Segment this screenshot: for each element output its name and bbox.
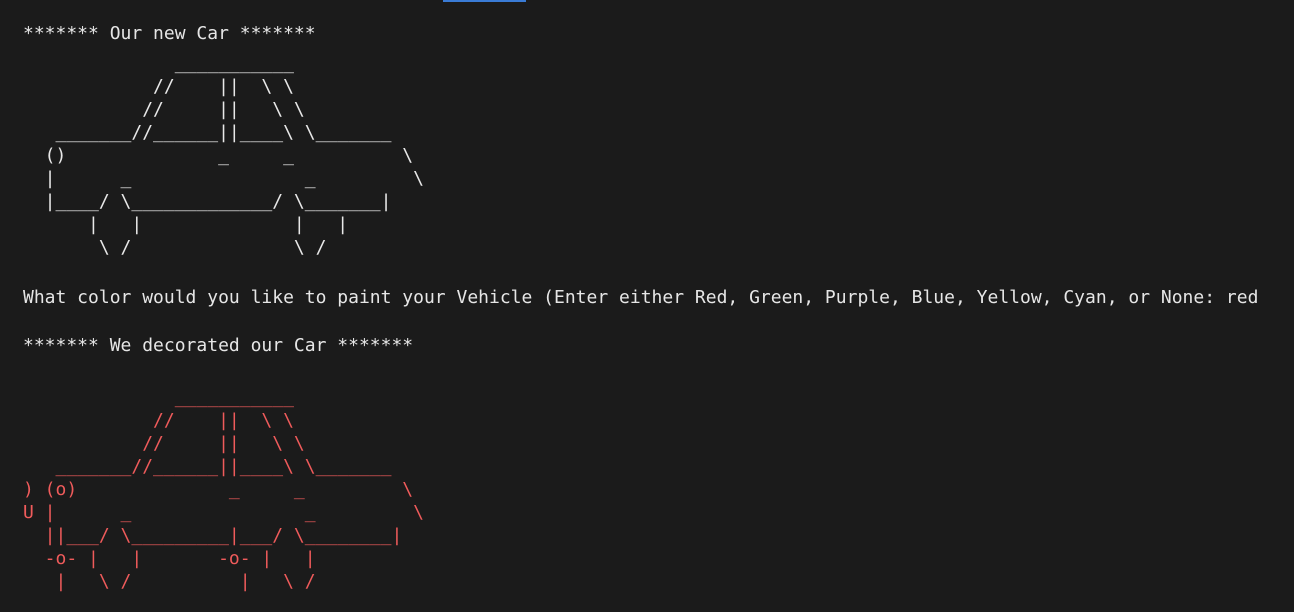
active-tab-indicator xyxy=(443,0,526,2)
ascii-car-decorated: ___________ // || \ \ // || \ \ _______/… xyxy=(23,387,424,592)
header-decorated-car: ******* We decorated our Car ******* xyxy=(23,335,414,356)
terminal-window[interactable]: ******* Our new Car ******* ___________ … xyxy=(0,0,1294,612)
header-new-car: ******* Our new Car ******* xyxy=(23,23,316,44)
ascii-car-plain: ___________ // || \ \ // || \ \ _______/… xyxy=(44,53,424,258)
color-prompt-line[interactable]: What color would you like to paint your … xyxy=(23,286,1258,309)
